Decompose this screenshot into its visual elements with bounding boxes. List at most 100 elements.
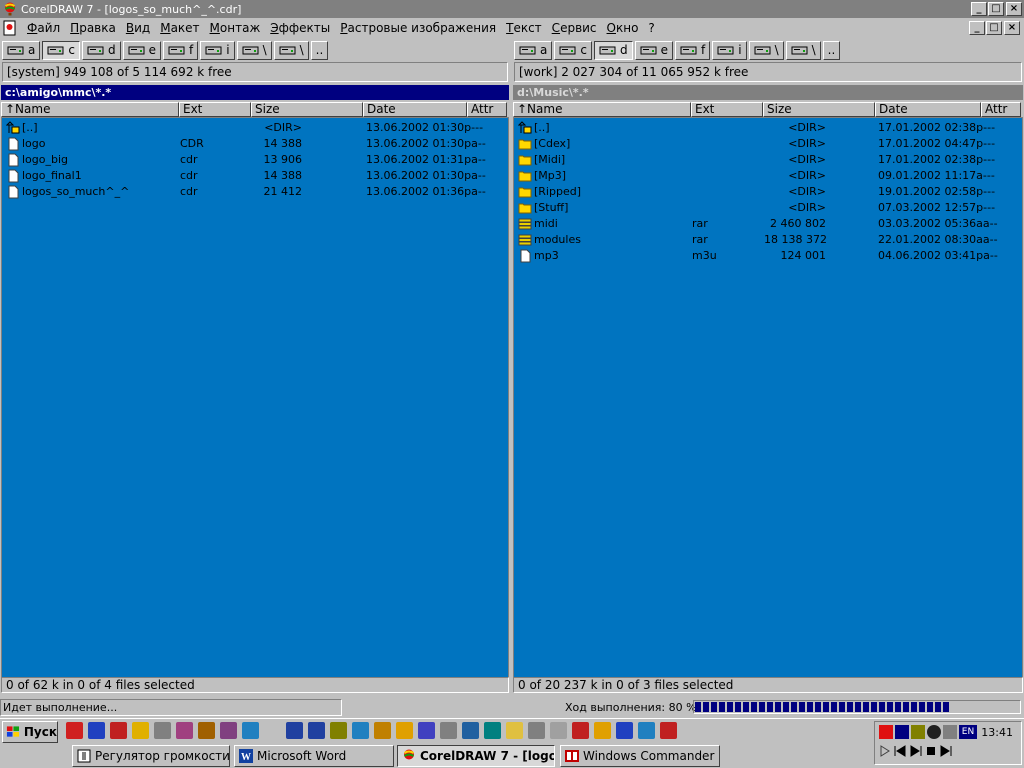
column-header-attr[interactable]: Attr [981, 102, 1021, 117]
right-file-list[interactable]: [..] <DIR> 17.01.2002 02:38p--- [Cdex] <DIR>… [513, 117, 1023, 678]
quick-launch-icon[interactable] [616, 722, 633, 739]
drive-button-3[interactable]: e [634, 40, 673, 60]
column-header-name[interactable]: ↑Name [1, 102, 179, 117]
quick-launch-icon[interactable] [242, 722, 259, 739]
language-indicator[interactable]: EN [959, 725, 977, 739]
menu-item-help[interactable]: ? [643, 21, 659, 35]
menu-item-bitmaps[interactable]: Растровые изображения [335, 21, 501, 35]
quick-launch-icon[interactable] [462, 722, 479, 739]
file-row[interactable]: [..] <DIR> 17.01.2002 02:38p--- [516, 120, 1016, 136]
file-row[interactable]: [Stuff] <DIR> 07.03.2002 12:57p--- [516, 200, 1016, 216]
quick-launch-icon[interactable] [88, 722, 105, 739]
quick-launch-icon[interactable] [352, 722, 369, 739]
drive-button-0[interactable]: a [2, 40, 41, 60]
quick-launch-icon[interactable] [176, 722, 193, 739]
drive-button-3[interactable]: e [122, 40, 161, 60]
menu-item-layout[interactable]: Макет [155, 21, 204, 35]
quick-launch-icon[interactable] [550, 722, 567, 739]
drive-button-8[interactable]: .. [822, 40, 841, 60]
left-file-panel[interactable]: c:\amigo\mmc\*.* ↑Name Ext Size Date Att… [1, 85, 509, 678]
quick-launch-icon[interactable] [154, 722, 171, 739]
menu-item-arrange[interactable]: Монтаж [205, 21, 266, 35]
tray-speaker-icon[interactable] [943, 725, 957, 739]
menu-item-edit[interactable]: Правка [65, 21, 121, 35]
quick-launch-icon[interactable] [572, 722, 589, 739]
drive-button-1[interactable]: c [42, 40, 80, 60]
quick-launch-icon[interactable] [506, 722, 523, 739]
tray-disc-icon[interactable] [927, 725, 941, 739]
column-header-size[interactable]: Size [251, 102, 363, 117]
menu-item-window[interactable]: Окно [602, 21, 644, 35]
drive-button-5[interactable]: i [200, 40, 235, 60]
file-row[interactable]: logo_final1 cdr 14 388 13.06.2002 01:30pa-- [4, 168, 504, 184]
left-file-list[interactable]: [..] <DIR> 13.06.2002 01:30p--- logo CDR 14 3… [1, 117, 509, 678]
close-button[interactable]: × [1006, 2, 1022, 16]
file-row[interactable]: logo_big cdr 13 906 13.06.2002 01:31pa-- [4, 152, 504, 168]
doc-close-button[interactable]: × [1004, 21, 1020, 35]
drive-button-0[interactable]: a [514, 40, 553, 60]
menu-item-view[interactable]: Вид [121, 21, 155, 35]
menu-item-text[interactable]: Текст [501, 21, 547, 35]
drive-button-5[interactable]: i [712, 40, 747, 60]
file-row[interactable]: midi rar 2 460 802 03.03.2002 05:36aa-- [516, 216, 1016, 232]
column-header-ext[interactable]: Ext [691, 102, 763, 117]
column-header-date[interactable]: Date [875, 102, 981, 117]
drive-button-2[interactable]: d [593, 40, 633, 60]
right-file-panel[interactable]: d:\Music\*.* ↑Name Ext Size Date Attr [.… [513, 85, 1023, 678]
quick-launch-icon[interactable] [198, 722, 215, 739]
quick-launch-icon[interactable] [264, 722, 281, 739]
task-volume-control[interactable]: Регулятор громкости [72, 745, 230, 767]
file-row[interactable]: [Mp3] <DIR> 09.01.2002 11:17a--- [516, 168, 1016, 184]
file-row[interactable]: logos_so_much^_^ cdr 21 412 13.06.2002 01:3… [4, 184, 504, 200]
doc-restore-button[interactable]: □ [986, 21, 1002, 35]
quick-launch-icon[interactable] [286, 722, 303, 739]
file-row[interactable]: mp3 m3u 124 001 04.06.2002 03:41pa-- [516, 248, 1016, 264]
quick-launch-icon[interactable] [330, 722, 347, 739]
title-bar[interactable]: CorelDRAW 7 - [logos_so_much^_^.cdr] _ □… [0, 0, 1024, 18]
drive-button-2[interactable]: d [81, 40, 121, 60]
quick-launch-icon[interactable] [594, 722, 611, 739]
quick-launch-icon[interactable] [220, 722, 237, 739]
quick-launch-icon[interactable] [308, 722, 325, 739]
quick-launch-icon[interactable] [418, 722, 435, 739]
media-controls[interactable] [879, 744, 959, 758]
quick-launch-icon[interactable] [374, 722, 391, 739]
column-header-ext[interactable]: Ext [179, 102, 251, 117]
quick-launch-icon[interactable] [484, 722, 501, 739]
drive-button-8[interactable]: .. [310, 40, 329, 60]
column-header-attr[interactable]: Attr [467, 102, 507, 117]
file-row[interactable]: [Midi] <DIR> 17.01.2002 02:38p--- [516, 152, 1016, 168]
drive-button-6[interactable]: \ [236, 40, 272, 60]
start-button[interactable]: Пуск [2, 721, 58, 743]
quick-launch-icon[interactable] [660, 722, 677, 739]
drive-button-7[interactable]: \ [785, 40, 821, 60]
drive-button-4[interactable]: f [162, 40, 199, 60]
task-windows-commander[interactable]: Windows Commander 5.0 [560, 745, 720, 767]
task-microsoft-word[interactable]: W Microsoft Word [234, 745, 394, 767]
file-row[interactable]: [Cdex] <DIR> 17.01.2002 04:47p--- [516, 136, 1016, 152]
menu-item-effects[interactable]: Эффекты [265, 21, 335, 35]
clock[interactable]: 13:41 [981, 726, 1013, 739]
document-icon[interactable] [2, 20, 18, 36]
drive-button-4[interactable]: f [674, 40, 711, 60]
quick-launch-icon[interactable] [132, 722, 149, 739]
quick-launch-icon[interactable] [638, 722, 655, 739]
quick-launch-icon[interactable] [528, 722, 545, 739]
restore-button[interactable]: □ [988, 2, 1004, 16]
menu-item-tools[interactable]: Сервис [547, 21, 602, 35]
file-row[interactable]: logo CDR 14 388 13.06.2002 01:30pa-- [4, 136, 504, 152]
drive-button-6[interactable]: \ [748, 40, 784, 60]
column-header-size[interactable]: Size [763, 102, 875, 117]
quick-launch-icon[interactable] [110, 722, 127, 739]
tray-monitor-icon[interactable] [911, 725, 925, 739]
drive-button-7[interactable]: \ [273, 40, 309, 60]
menu-item-file[interactable]: Файл [22, 21, 65, 35]
quick-launch-icon[interactable] [396, 722, 413, 739]
quick-launch-icon[interactable] [66, 722, 83, 739]
column-header-name[interactable]: ↑Name [513, 102, 691, 117]
quick-launch-icon[interactable] [440, 722, 457, 739]
doc-minimize-button[interactable]: _ [969, 21, 985, 35]
drive-button-1[interactable]: c [554, 40, 592, 60]
file-row[interactable]: [Ripped] <DIR> 19.01.2002 02:58p--- [516, 184, 1016, 200]
task-coreldraw[interactable]: CorelDRAW 7 - [logo... [397, 745, 555, 767]
